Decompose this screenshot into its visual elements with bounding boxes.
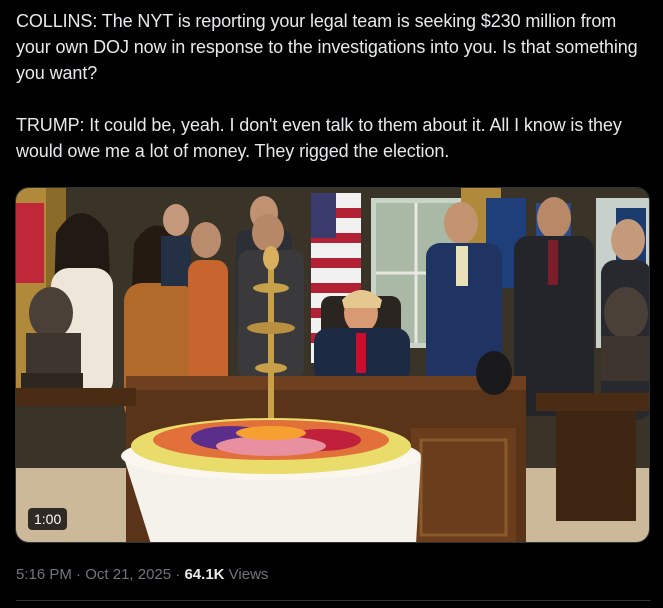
video-thumbnail (16, 188, 649, 542)
meta-separator: · (76, 566, 82, 583)
tweet-text: COLLINS: The NYT is reporting your legal… (16, 8, 652, 164)
tweet-time[interactable]: 5:16 PM (16, 566, 72, 583)
divider (16, 600, 651, 601)
tweet-paragraph-question: COLLINS: The NYT is reporting your legal… (16, 11, 638, 83)
tweet-metadata: 5:16 PM · Oct 21, 2025 · 64.1K Views (16, 565, 268, 585)
tweet-paragraph-answer: TRUMP: It could be, yeah. I don't even t… (16, 115, 622, 161)
video-duration-badge: 1:00 (28, 508, 68, 530)
views-count: 64.1K (184, 566, 225, 583)
views-label: Views (228, 566, 269, 583)
tweet-date[interactable]: Oct 21, 2025 (85, 566, 171, 583)
video-player[interactable]: 1:00 (15, 187, 650, 543)
meta-separator: · (175, 566, 181, 583)
